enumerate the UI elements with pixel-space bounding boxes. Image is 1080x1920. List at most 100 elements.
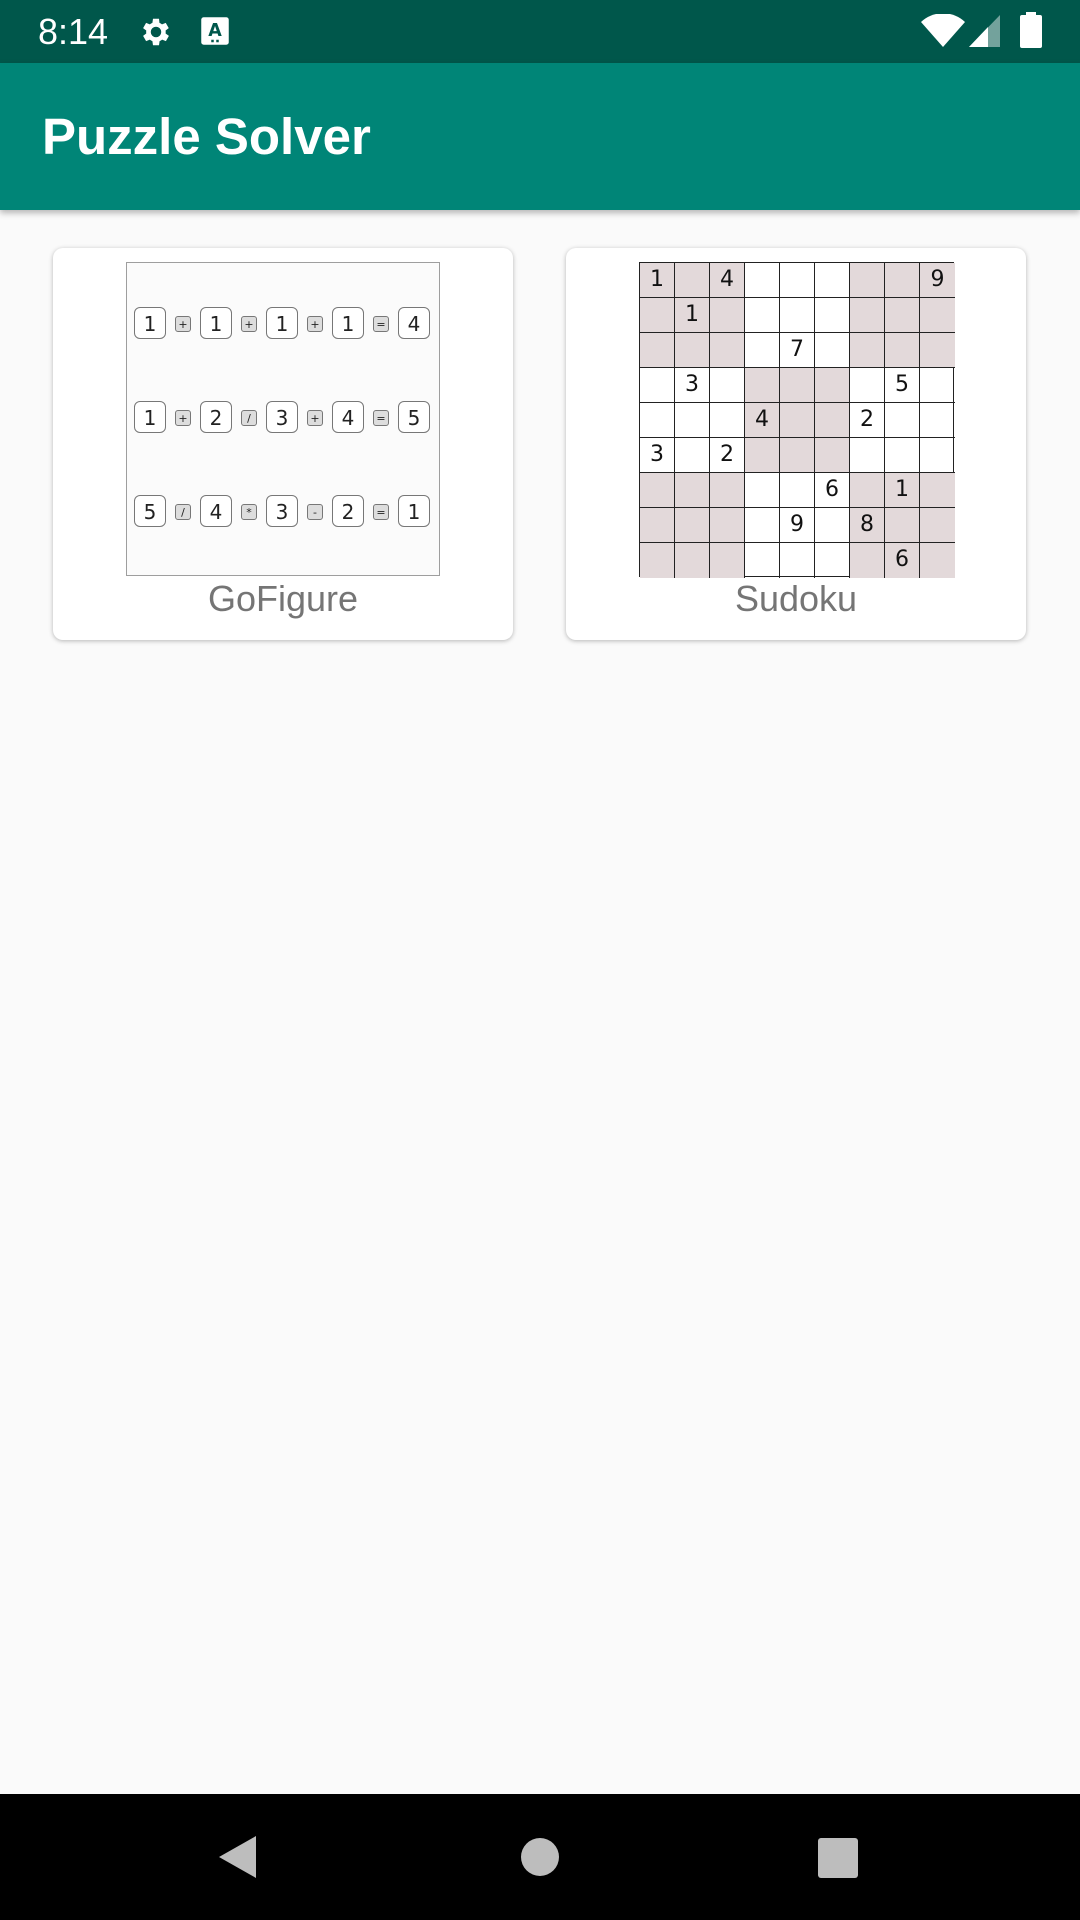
signal-icon [969,15,1000,47]
sudoku-cell [815,333,850,368]
gofigure-operator-chip: = [373,410,389,426]
gofigure-operator-chip: + [175,410,191,426]
sudoku-cell [815,368,850,403]
sudoku-cell [640,333,675,368]
sudoku-cell [815,508,850,543]
sudoku-cell: 2 [850,403,885,438]
gofigure-row: 1 +1 +1 +1 = 4 [134,307,434,341]
home-icon[interactable] [520,1837,560,1877]
sudoku-cell [710,543,745,578]
battery-icon [1020,12,1042,48]
sudoku-cell: 1 [640,263,675,298]
gofigure-operator-chip: / [175,504,191,520]
gofigure-operator-chip: / [241,410,257,426]
sudoku-cell [675,403,710,438]
sudoku-cell [745,298,780,333]
sudoku-cell [710,298,745,333]
gofigure-row: 1 +2 / 3 +4 = 5 [134,401,434,435]
sudoku-cell [640,473,675,508]
gofigure-row: 5 / 4 * 3-2 = 1 [134,495,434,529]
sudoku-cell: 3 [675,368,710,403]
sudoku-cell [675,508,710,543]
gofigure-number-tile: 5 [134,495,166,527]
sudoku-cell [920,298,955,333]
gofigure-number-tile: 4 [332,401,364,433]
sudoku-cell [850,438,885,473]
sudoku-cell [920,473,955,508]
gofigure-operator-chip: = [373,504,389,520]
sudoku-cell [920,333,955,368]
gofigure-operator-chip: - [307,504,323,520]
gofigure-number-tile: 4 [398,307,430,339]
sudoku-cell [885,298,920,333]
sudoku-cell [675,438,710,473]
sudoku-cell [815,403,850,438]
sudoku-cell [850,473,885,508]
back-icon[interactable] [216,1834,260,1880]
sudoku-card[interactable]: 1491735423261986 Sudoku [566,248,1026,640]
sudoku-cell [885,508,920,543]
gofigure-number-tile: 3 [266,495,298,527]
sudoku-cell [850,298,885,333]
sudoku-cell [780,438,815,473]
sudoku-cell [850,543,885,578]
a-icon: A [201,17,229,45]
sudoku-cell [885,263,920,298]
status-time: 8:14 [38,11,109,52]
sudoku-cell [640,543,675,578]
sudoku-cell: 4 [710,263,745,298]
sudoku-cell [780,473,815,508]
app-bar: Puzzle Solver [0,63,1080,210]
sudoku-cell [885,333,920,368]
gofigure-number-tile: 1 [200,307,232,339]
gofigure-card[interactable]: 1 +1 +1 +1 = 4 1 +2/3 +4 = 5 5/4 * 3-2 = 1 GoFigure [53,248,513,640]
sudoku-cell: 6 [885,543,920,578]
sudoku-cell [745,473,780,508]
gofigure-operator-chip: + [307,410,323,426]
navigation-bar [0,1794,1080,1920]
sudoku-cell [920,368,955,403]
sudoku-cell: 9 [920,263,955,298]
recents-icon[interactable] [818,1838,858,1878]
sudoku-cell [920,508,955,543]
sudoku-cell [850,368,885,403]
sudoku-cell [920,438,955,473]
gofigure-number-tile: 1 [134,307,166,339]
sudoku-cell [780,263,815,298]
gofigure-thumbnail: 1 +1 +1 +1 = 4 1 +2/3 +4 = 5 5/4 * 3-2 = 1 [126,262,440,576]
sudoku-thumbnail: 1491735423261986 [639,262,955,578]
sudoku-cell: 4 [745,403,780,438]
sudoku-cell [675,543,710,578]
sudoku-cell [920,543,955,578]
svg-text:A: A [208,21,222,41]
sudoku-cell [780,543,815,578]
gofigure-operator-chip: * [241,504,257,520]
sudoku-cell [815,543,850,578]
sudoku-cell [640,368,675,403]
sudoku-cell [640,508,675,543]
gofigure-number-tile: 3 [266,401,298,433]
sudoku-cell [745,333,780,368]
gofigure-number-tile: 4 [200,495,232,527]
app-title: Puzzle Solver [42,108,371,165]
gofigure-operator-chip: + [175,316,191,332]
sudoku-cell [710,333,745,368]
sudoku-cell [745,543,780,578]
sudoku-cell: 8 [850,508,885,543]
gofigure-operator-chip: + [307,316,323,332]
sudoku-cell [920,403,955,438]
sudoku-cell [710,508,745,543]
sudoku-cell [710,368,745,403]
gofigure-number-tile: 1 [134,401,166,433]
gofigure-number-tile: 2 [332,495,364,527]
sudoku-cell [780,298,815,333]
sudoku-cell: 6 [815,473,850,508]
sudoku-cell: 2 [710,438,745,473]
gofigure-label: GoFigure [207,578,359,619]
gofigure-operator-chip: + [241,316,257,332]
sudoku-cell [745,508,780,543]
gear-icon [143,18,169,46]
sudoku-cell [640,403,675,438]
sudoku-cell: 3 [640,438,675,473]
sudoku-cell: 5 [885,368,920,403]
